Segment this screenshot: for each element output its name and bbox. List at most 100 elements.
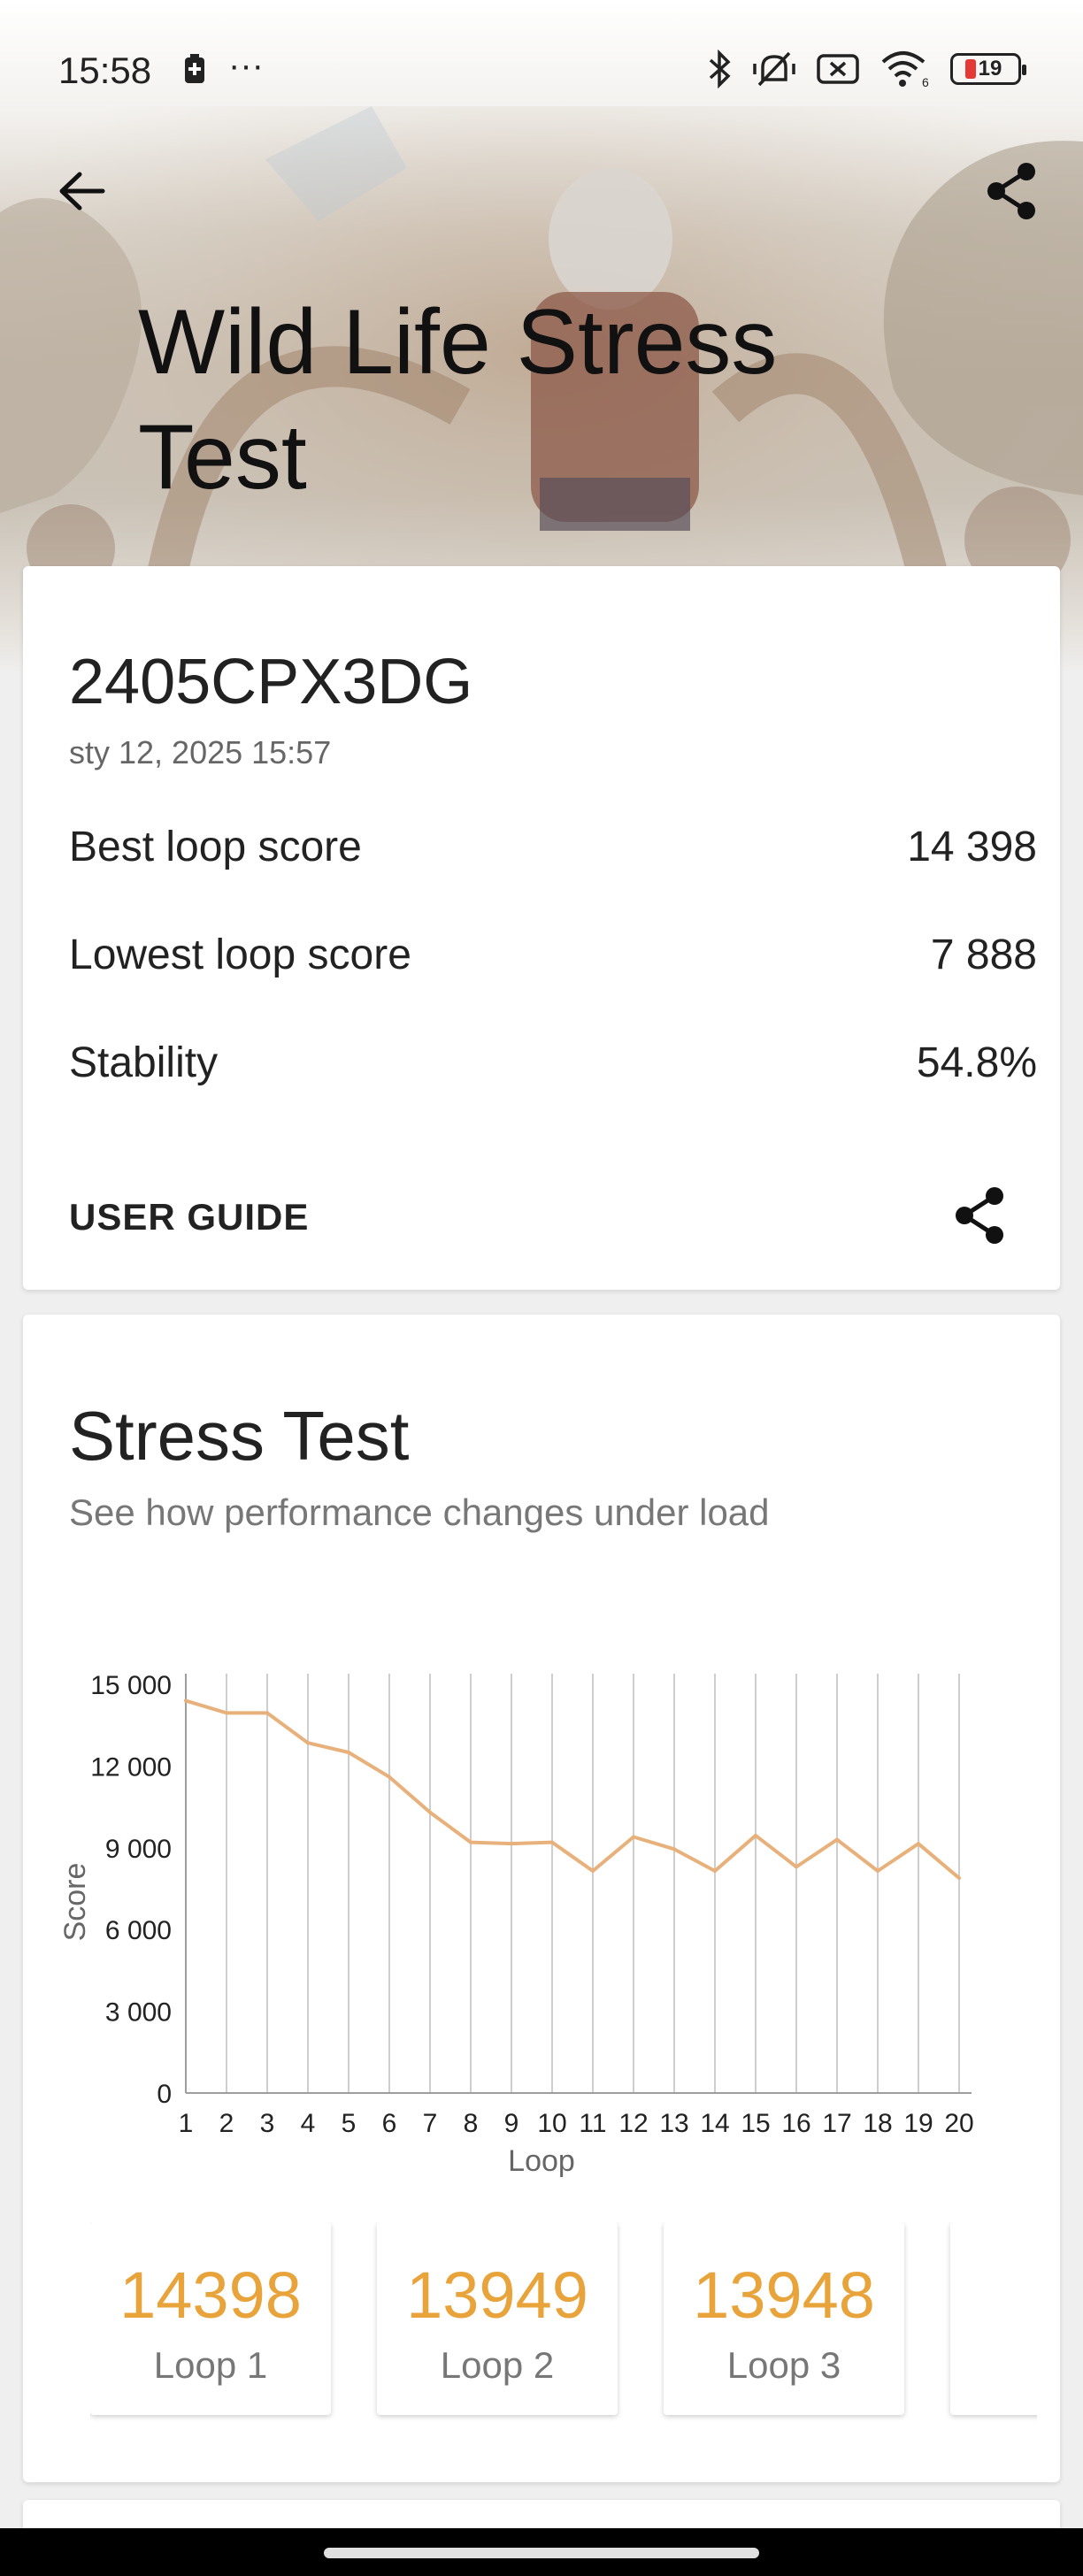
status-icons: 6 19 [706, 44, 1026, 94]
data-point [591, 1868, 595, 1873]
y-tick-label: 6 000 [105, 1916, 172, 1945]
page-title: Wild Life Stress Test [138, 291, 778, 509]
y-tick-label: 3 000 [105, 1998, 172, 2028]
metric-label: Best loop score [69, 824, 362, 870]
data-point [510, 1842, 513, 1846]
stress-test-chart: 03 0006 0009 00012 00015 0001 2 3 4 5 6 7 8 9 10 1… [58, 1671, 974, 2178]
mute-vibrate-icon [752, 50, 796, 88]
x-tick-label: 13 [659, 2109, 688, 2138]
x-tick-label: 9 [504, 2109, 519, 2138]
x-tick-label: 5 [342, 2109, 357, 2138]
x-tick-label: 8 [464, 2109, 479, 2138]
x-tick-label: 6 [382, 2109, 397, 2138]
x-tick-label: 16 [781, 2109, 810, 2138]
x-tick-label: 11 [579, 2109, 606, 2138]
metric-label: Stability [69, 1039, 219, 1086]
loop-label: Loop 3 [726, 2344, 841, 2386]
battery-saver-icon [182, 53, 207, 89]
y-tick-label: 15 000 [90, 1671, 172, 1700]
data-point [957, 1876, 961, 1881]
data-point [713, 1868, 717, 1873]
data-point [876, 1868, 879, 1873]
metric-row-lowest: Lowest loop score 7 888 [69, 931, 1037, 979]
test-date: sty 12, 2025 15:57 [69, 734, 332, 770]
data-point [306, 1741, 310, 1745]
data-point [265, 1711, 269, 1715]
loop-tile[interactable]: 13949 Loop 2 [377, 2222, 618, 2415]
section-title: Stress Test [69, 1397, 410, 1475]
loop-tile[interactable]: 14398 Loop 1 [90, 2222, 331, 2415]
result-card: 2405CPX3DG sty 12, 2025 15:57 Best loop … [23, 566, 1060, 1290]
loop-score: 13949 [406, 2258, 588, 2332]
loop-tile[interactable]: 13948 Loop 3 [664, 2222, 904, 2415]
no-sim-icon [816, 51, 860, 87]
bluetooth-icon [706, 50, 733, 88]
data-point [672, 1847, 676, 1852]
loop-tiles: 14398Loop 113949Loop 213948Loop 31L [90, 2222, 1037, 2426]
back-button[interactable] [50, 159, 113, 223]
metric-value: 14 398 [907, 824, 1037, 870]
x-tick-label: 2 [219, 2109, 234, 2138]
x-tick-label: 12 [618, 2109, 648, 2138]
metric-row-stability: Stability 54.8% [69, 1039, 1037, 1087]
loop-score: 14398 [119, 2258, 302, 2332]
loop-label: L [950, 2344, 1037, 2387]
x-tick-label: 17 [822, 2109, 851, 2138]
share-icon [987, 163, 1035, 219]
x-tick-label: 7 [423, 2109, 438, 2138]
share-result-button[interactable] [947, 1182, 1014, 1249]
share-icon [956, 1187, 1003, 1244]
x-axis-label: Loop [508, 2144, 575, 2178]
data-point [347, 1751, 350, 1754]
battery-level: 19 [978, 57, 1002, 80]
data-point [388, 1775, 391, 1779]
loop-score: 1 [950, 2258, 1037, 2333]
user-guide-link[interactable]: USER GUIDE [69, 1196, 309, 1238]
battery-icon: 19 [950, 53, 1026, 85]
arrow-left-icon [59, 172, 105, 211]
x-tick-label: 19 [903, 2109, 933, 2138]
x-tick-label: 15 [741, 2109, 770, 2138]
y-tick-label: 12 000 [90, 1752, 172, 1782]
metric-value: 7 888 [930, 932, 1037, 978]
data-point [632, 1835, 635, 1839]
y-axis-label: Score [58, 1863, 92, 1942]
battery-fill [965, 59, 976, 79]
home-gesture-handle[interactable] [324, 2548, 759, 2558]
x-tick-label: 18 [863, 2109, 892, 2138]
y-tick-label: 0 [157, 2080, 172, 2109]
metric-value: 54.8% [916, 1039, 1037, 1086]
x-tick-label: 3 [260, 2109, 275, 2138]
series-line [185, 1698, 961, 1880]
data-point [917, 1842, 920, 1846]
share-button-top[interactable] [980, 159, 1044, 223]
loop-label: Loop 1 [153, 2344, 268, 2386]
section-subtitle: See how performance changes under load [69, 1491, 770, 1533]
x-tick-label: 14 [700, 2109, 729, 2138]
x-tick-label: 10 [537, 2109, 566, 2138]
y-tick-label: 9 000 [105, 1835, 172, 1864]
data-point [225, 1711, 228, 1715]
status-bar: 15:58 ··· 6 19 [0, 0, 1083, 133]
data-point [754, 1833, 757, 1837]
data-point [428, 1810, 432, 1814]
metric-label: Lowest loop score [69, 932, 411, 978]
x-tick-label: 4 [301, 2109, 316, 2138]
x-tick-label: 1 [179, 2109, 194, 2138]
x-tick-label: 20 [944, 2109, 973, 2138]
loop-tile[interactable]: 1L [950, 2222, 1037, 2415]
data-point [835, 1837, 839, 1842]
data-point [184, 1698, 188, 1703]
wifi-icon: 6 [879, 50, 931, 88]
data-point [469, 1840, 472, 1844]
more-notifications: ··· [228, 46, 264, 85]
status-time: 15:58 [58, 50, 152, 91]
loop-label: Loop 2 [440, 2344, 555, 2386]
stress-test-card: Stress Test See how performance changes … [23, 1315, 1060, 2482]
svg-text:6: 6 [922, 75, 929, 88]
data-point [795, 1865, 798, 1869]
metric-row-best: Best loop score 14 398 [69, 823, 1037, 871]
data-point [550, 1840, 554, 1844]
loop-score: 13948 [693, 2258, 875, 2332]
device-name: 2405CPX3DG [69, 647, 473, 717]
